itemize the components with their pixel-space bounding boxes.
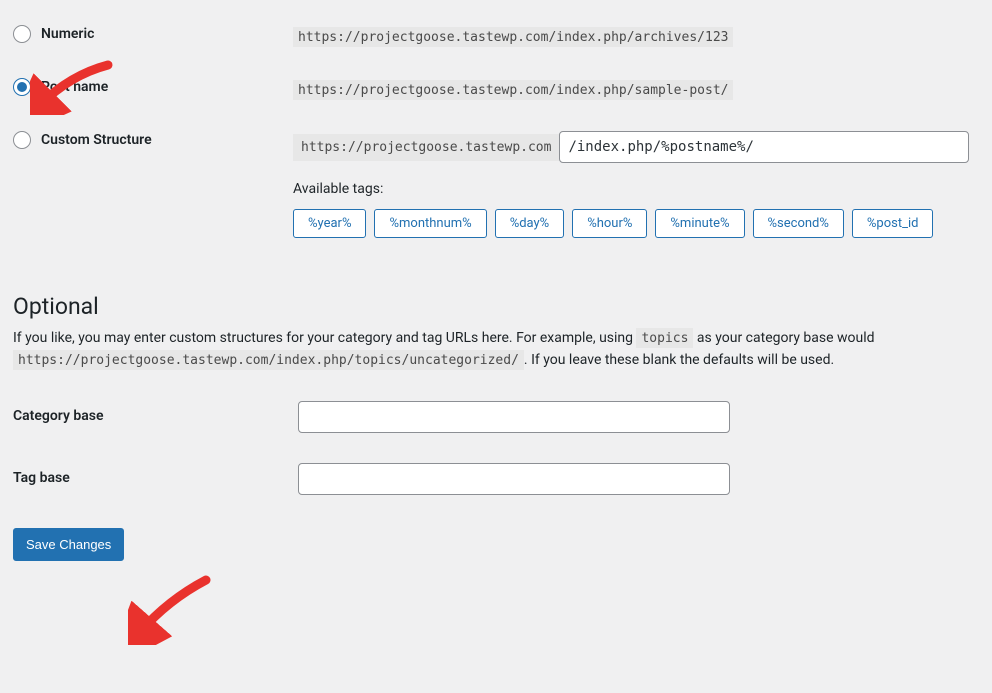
optional-heading: Optional [13, 293, 992, 320]
postname-option[interactable]: Post name [13, 78, 273, 96]
numeric-radio[interactable] [13, 25, 31, 43]
postname-example: https://projectgoose.tastewp.com/index.p… [293, 80, 733, 100]
tag-button[interactable]: %post_id [852, 209, 934, 238]
tag-button[interactable]: %day% [495, 209, 565, 238]
custom-structure-prefix: https://projectgoose.tastewp.com [293, 134, 559, 161]
category-base-input[interactable] [298, 401, 730, 433]
numeric-option[interactable]: Numeric [13, 25, 273, 43]
tag-button[interactable]: %monthnum% [374, 209, 486, 238]
custom-structure-option[interactable]: Custom Structure [13, 131, 273, 149]
custom-structure-label: Custom Structure [41, 132, 152, 148]
tag-button[interactable]: %second% [753, 209, 844, 238]
available-tags-label: Available tags: [293, 181, 982, 197]
postname-radio[interactable] [13, 78, 31, 96]
arrow-annotation-icon [128, 570, 218, 645]
optional-description: If you like, you may enter custom struct… [13, 328, 992, 371]
numeric-label: Numeric [41, 26, 94, 42]
postname-label: Post name [41, 79, 108, 95]
save-changes-button[interactable]: Save Changes [13, 528, 124, 561]
tag-base-input[interactable] [298, 463, 730, 495]
category-base-label: Category base [13, 386, 288, 448]
tag-button[interactable]: %minute% [655, 209, 744, 238]
custom-structure-input[interactable] [559, 131, 969, 163]
custom-structure-radio[interactable] [13, 131, 31, 149]
numeric-example: https://projectgoose.tastewp.com/index.p… [293, 27, 733, 47]
tag-button[interactable]: %hour% [572, 209, 647, 238]
tag-base-label: Tag base [13, 448, 288, 510]
available-tags-row: %year% %monthnum% %day%%hour% %minute% %seco… [293, 209, 982, 238]
tag-button[interactable]: %year% [293, 209, 366, 238]
